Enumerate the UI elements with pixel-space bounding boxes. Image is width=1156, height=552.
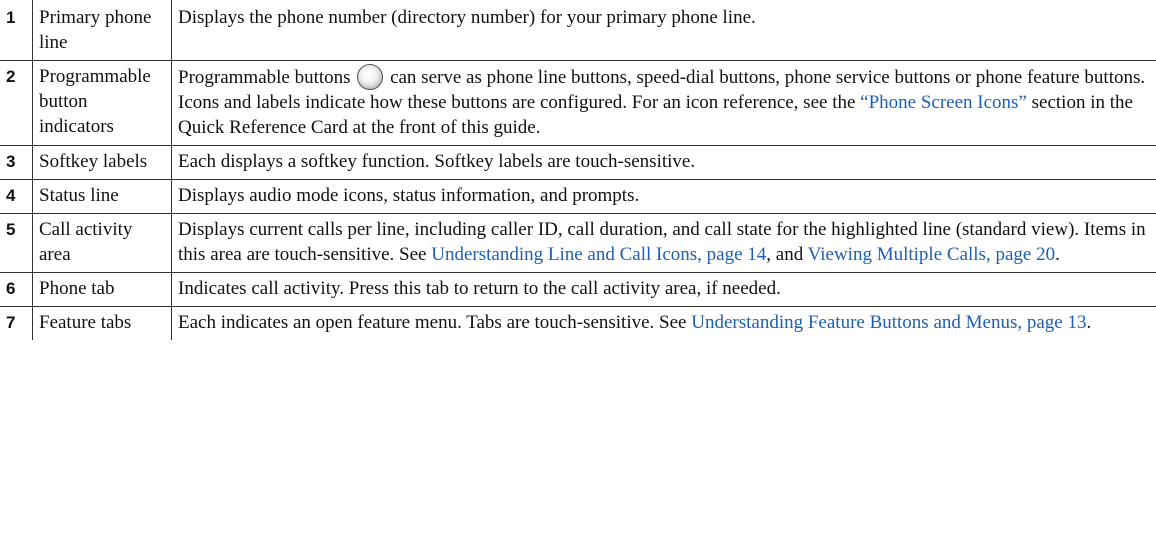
- row-term: Status line: [32, 179, 172, 214]
- row-term: Call activity area: [32, 213, 172, 273]
- table-row: 7 Feature tabs Each indicates an open fe…: [0, 306, 1156, 340]
- row-term: Feature tabs: [32, 306, 172, 340]
- row-description: Each displays a softkey function. Softke…: [171, 145, 1156, 180]
- description-text: Each indicates an open feature menu. Tab…: [178, 312, 687, 333]
- table-row: 1 Primary phone line Displays the phone …: [0, 0, 1156, 61]
- reference-table: 1 Primary phone line Displays the phone …: [0, 0, 1156, 340]
- feature-buttons-link[interactable]: Understanding Feature Buttons and Menus,…: [691, 312, 1086, 333]
- table-row: 4 Status line Displays audio mode icons,…: [0, 179, 1156, 214]
- row-description: Programmable buttons can serve as phone …: [171, 60, 1156, 146]
- multiple-calls-link[interactable]: Viewing Multiple Calls, page 20: [808, 244, 1055, 265]
- line-call-icons-link[interactable]: Understanding Line and Call Icons, page …: [431, 244, 766, 265]
- description-text: .: [1086, 312, 1092, 333]
- round-phone-button-icon: [357, 64, 384, 90]
- row-term: Phone tab: [32, 272, 172, 307]
- row-description: Each indicates an open feature menu. Tab…: [171, 306, 1156, 340]
- row-description: Displays audio mode icons, status inform…: [171, 179, 1156, 214]
- table-row: 6 Phone tab Indicates call activity. Pre…: [0, 272, 1156, 307]
- row-number: 2: [0, 60, 33, 146]
- row-description: Displays current calls per line, includi…: [171, 213, 1156, 273]
- table-row: 3 Softkey labels Each displays a softkey…: [0, 145, 1156, 180]
- description-text: Programmable buttons: [178, 67, 351, 88]
- row-number: 1: [0, 0, 33, 61]
- row-term: Primary phone line: [32, 0, 172, 61]
- row-number: 5: [0, 213, 33, 273]
- description-text: , and: [766, 244, 804, 265]
- phone-screen-icons-link[interactable]: “Phone Screen Icons”: [860, 92, 1027, 113]
- row-number: 7: [6, 313, 16, 332]
- row-description: Displays the phone number (directory num…: [171, 0, 1156, 61]
- row-description: Indicates call activity. Press this tab …: [171, 272, 1156, 307]
- row-number: 6: [0, 272, 33, 307]
- row-term: Softkey labels: [32, 145, 172, 180]
- row-number: 4: [0, 179, 33, 214]
- table-row: 2 Programmable button indicators Program…: [0, 60, 1156, 146]
- row-term: Programmable button indicators: [32, 60, 172, 146]
- row-number: 3: [0, 145, 33, 180]
- description-text: .: [1055, 244, 1060, 265]
- table-row: 5 Call activity area Displays current ca…: [0, 213, 1156, 273]
